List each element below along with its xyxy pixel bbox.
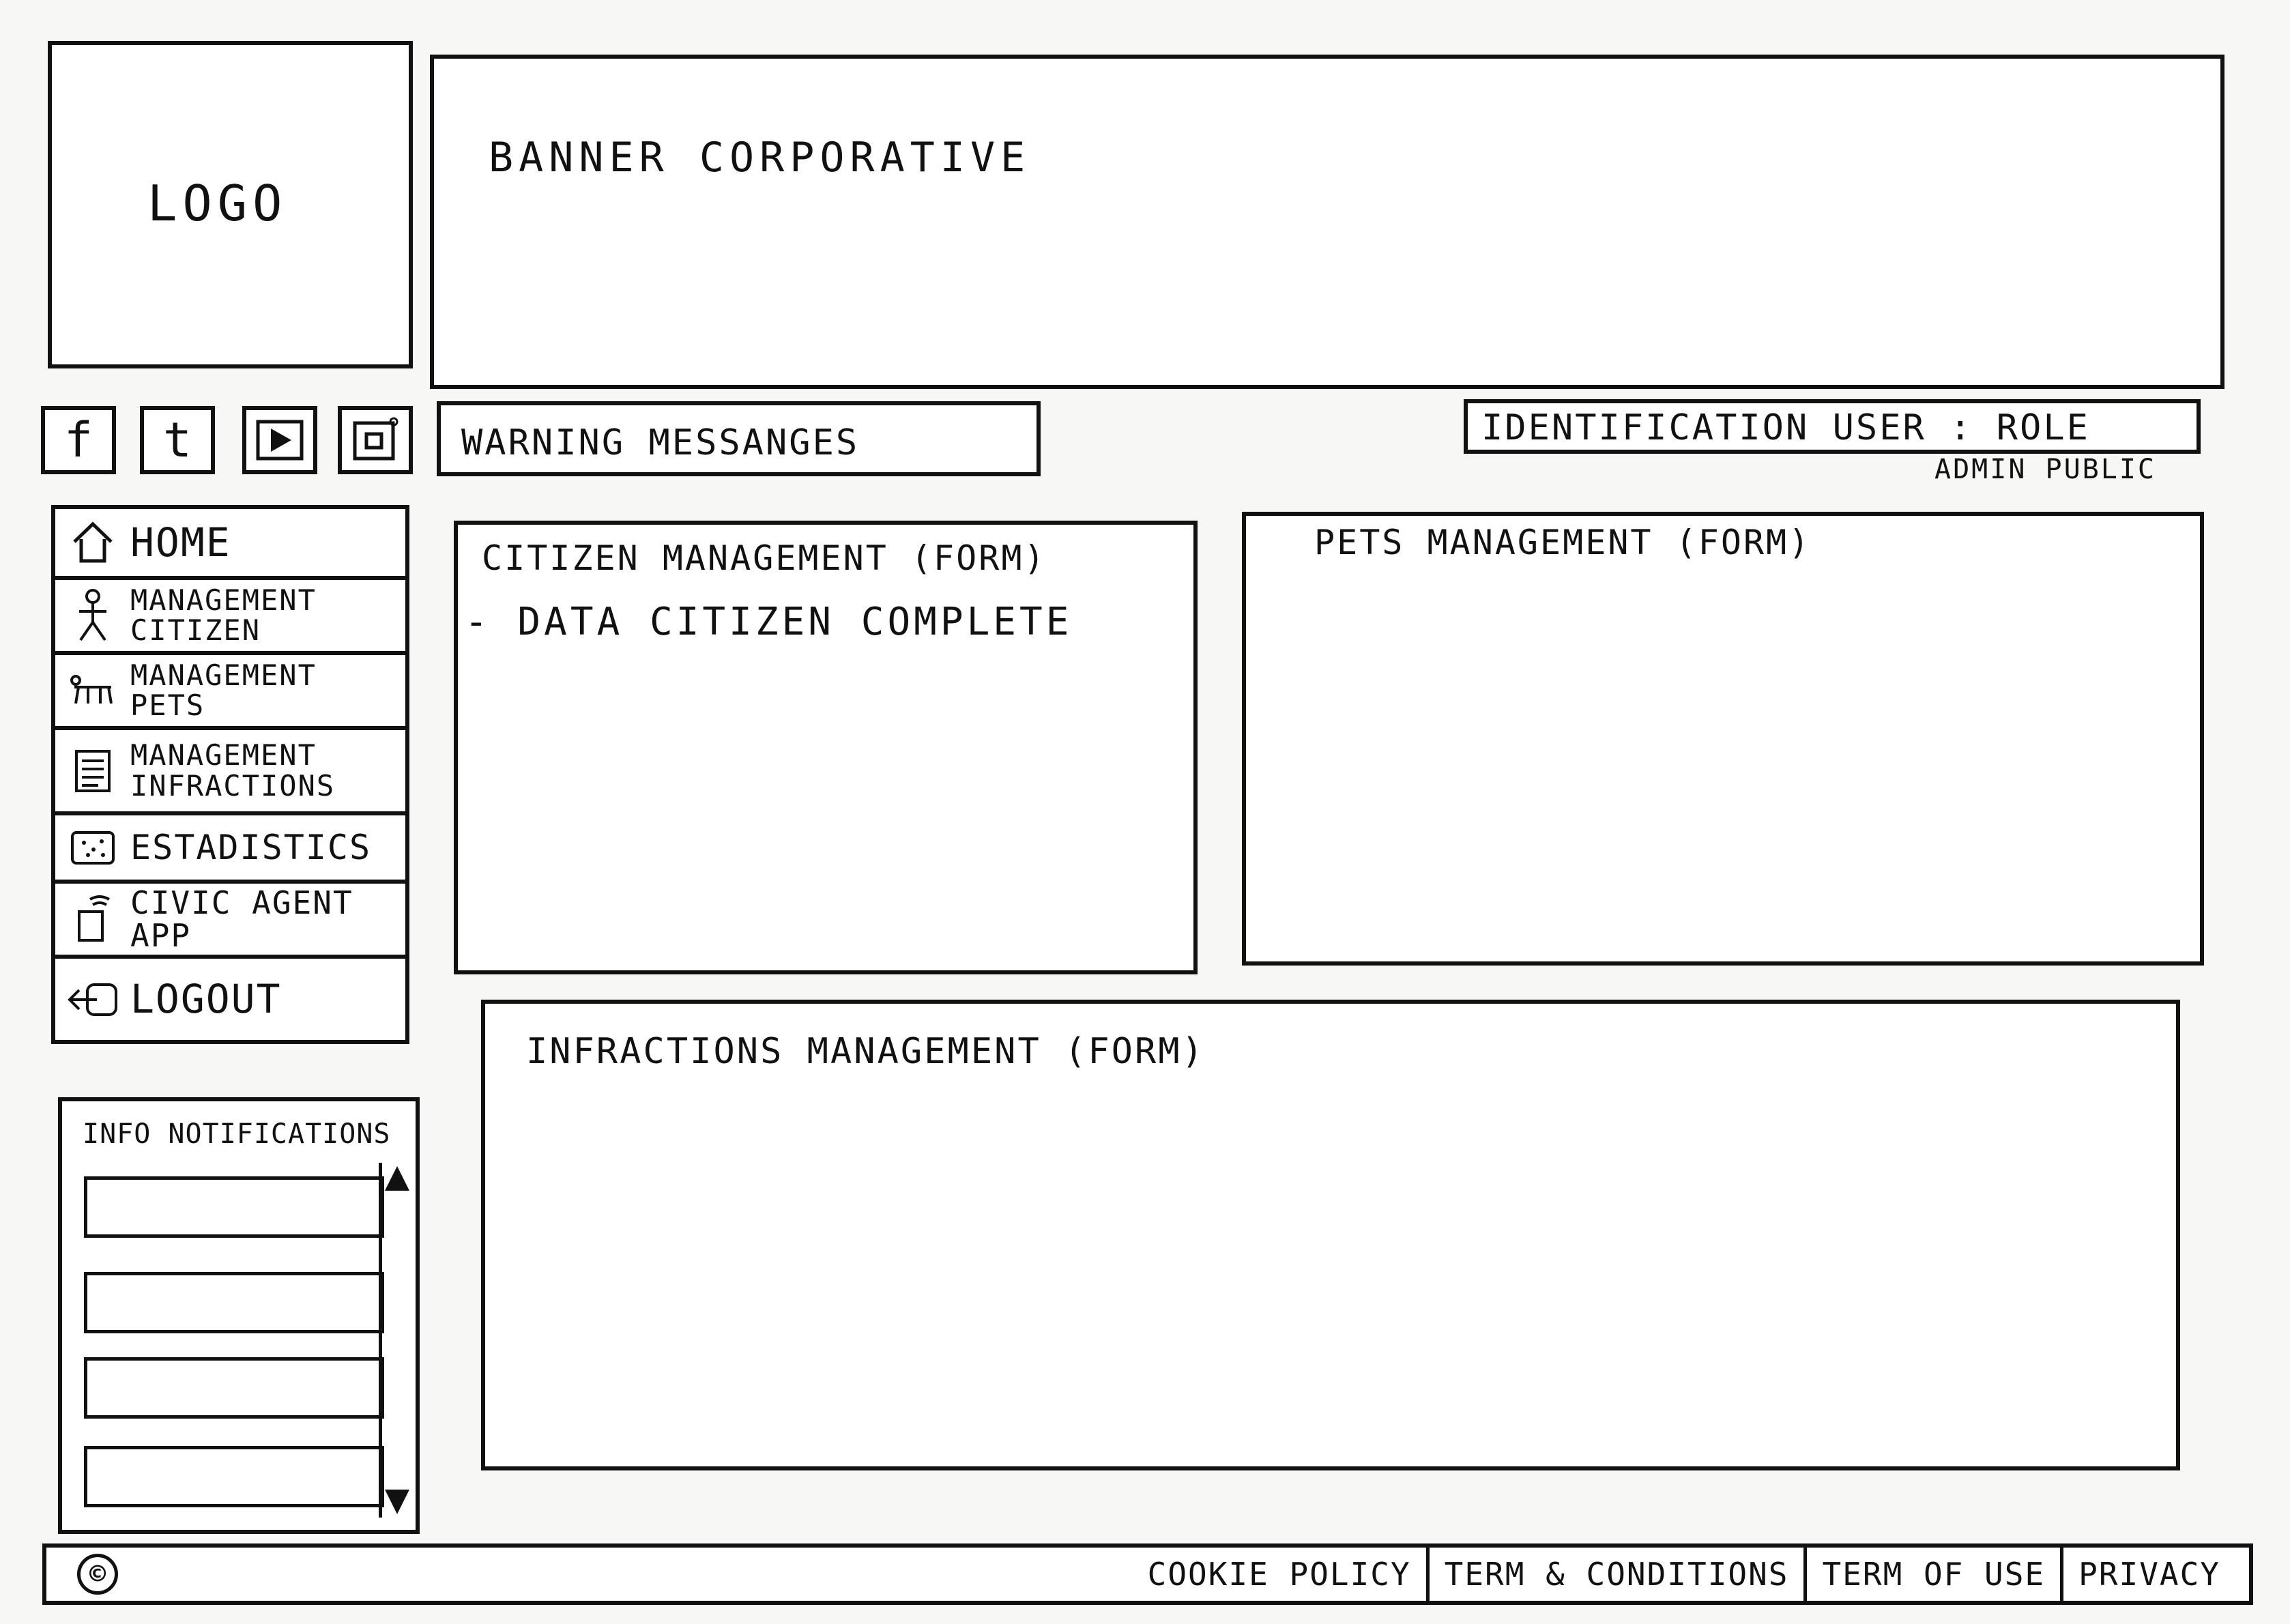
user-roles: ADMIN PUBLIC: [1934, 454, 2156, 485]
user-identification-text: IDENTIFICATION USER : ROLE: [1481, 407, 2090, 448]
sidebar-item-label: HOME: [130, 519, 231, 566]
document-icon: [62, 740, 124, 802]
sidebar-item-label: MANAGEMENT CITIZEN: [130, 583, 317, 647]
facebook-glyph: f: [63, 412, 93, 468]
camera-icon: [353, 417, 398, 461]
sidebar-item-citizen[interactable]: MANAGEMENT CITIZEN: [51, 580, 409, 655]
citizen-form-title: CITIZEN MANAGEMENT (FORM): [482, 538, 1047, 578]
banner: BANNER CORPORATIVE: [430, 55, 2224, 389]
statistics-icon: [62, 817, 124, 878]
footer-links: COOKIE POLICY TERM & CONDITIONS TERM OF …: [1133, 1548, 2235, 1601]
sidebar-item-home[interactable]: HOME: [51, 505, 409, 580]
logo-text: LOGO: [147, 175, 288, 232]
home-icon: [62, 512, 124, 573]
warning-messages: WARNING MESSANGES: [437, 401, 1041, 476]
notification-item[interactable]: [84, 1446, 384, 1507]
sidebar-item-label: MANAGEMENT PETS: [130, 658, 317, 722]
logo[interactable]: LOGO: [48, 41, 413, 368]
person-icon: [62, 585, 124, 646]
logout-icon: [62, 969, 124, 1030]
notifications-title: INFO NOTIFICATIONS: [83, 1118, 391, 1150]
pets-management-form[interactable]: PETS MANAGEMENT (FORM): [1242, 512, 2204, 966]
terms-of-use-link[interactable]: TERM OF USE: [1803, 1548, 2060, 1601]
notifications-scrollbar[interactable]: [379, 1163, 411, 1518]
notification-item[interactable]: [84, 1357, 384, 1419]
infractions-management-form[interactable]: INFRACTIONS MANAGEMENT (FORM): [481, 1000, 2180, 1470]
notification-item[interactable]: [84, 1176, 384, 1238]
mobile-app-icon: [62, 888, 124, 950]
scroll-up-arrow-icon[interactable]: [385, 1166, 409, 1191]
warning-text: WARNING MESSANGES: [461, 422, 860, 463]
terms-conditions-link[interactable]: TERM & CONDITIONS: [1425, 1548, 1804, 1601]
privacy-link[interactable]: PRIVACY: [2060, 1548, 2235, 1601]
facebook-icon[interactable]: f: [41, 406, 116, 474]
info-notifications: INFO NOTIFICATIONS: [58, 1097, 420, 1534]
sidebar-nav: HOME MANAGEMENT CITIZEN MANAGEMENT PETS …: [51, 505, 409, 1044]
instagram-icon[interactable]: [338, 406, 413, 474]
youtube-icon[interactable]: [242, 406, 317, 474]
footer: © COOKIE POLICY TERM & CONDITIONS TERM O…: [42, 1543, 2253, 1605]
sidebar-item-label: LOGOUT: [130, 976, 282, 1023]
cookie-policy-link[interactable]: COOKIE POLICY: [1133, 1548, 1426, 1601]
sidebar-item-label: MANAGEMENT INFRACTIONS: [130, 738, 336, 802]
pets-form-title: PETS MANAGEMENT (FORM): [1314, 523, 1812, 562]
play-icon: [256, 420, 304, 461]
sidebar-item-infractions[interactable]: MANAGEMENT INFRACTIONS: [51, 730, 409, 815]
sidebar-item-civic-agent[interactable]: CIVIC AGENT APP: [51, 884, 409, 959]
sidebar-item-logout[interactable]: LOGOUT: [51, 959, 409, 1044]
scroll-down-arrow-icon[interactable]: [385, 1490, 409, 1514]
twitter-glyph: t: [162, 412, 192, 468]
pets-icon: [62, 660, 124, 721]
sidebar-item-statistics[interactable]: ESTADISTICS: [51, 815, 409, 884]
sidebar-item-label: CIVIC AGENT APP: [130, 884, 353, 954]
twitter-icon[interactable]: t: [140, 406, 215, 474]
sidebar-item-pets[interactable]: MANAGEMENT PETS: [51, 655, 409, 730]
banner-text: BANNER CORPORATIVE: [489, 134, 1031, 182]
user-identification[interactable]: IDENTIFICATION USER : ROLE: [1464, 399, 2201, 454]
infractions-form-title: INFRACTIONS MANAGEMENT (FORM): [526, 1031, 1205, 1072]
citizen-management-form[interactable]: CITIZEN MANAGEMENT (FORM) - DATA CITIZEN…: [454, 521, 1198, 974]
citizen-data-line: - DATA CITIZEN COMPLETE: [465, 600, 1073, 644]
copyright-icon: ©: [77, 1554, 118, 1595]
notification-item[interactable]: [84, 1272, 384, 1333]
sidebar-item-label: ESTADISTICS: [130, 827, 372, 867]
